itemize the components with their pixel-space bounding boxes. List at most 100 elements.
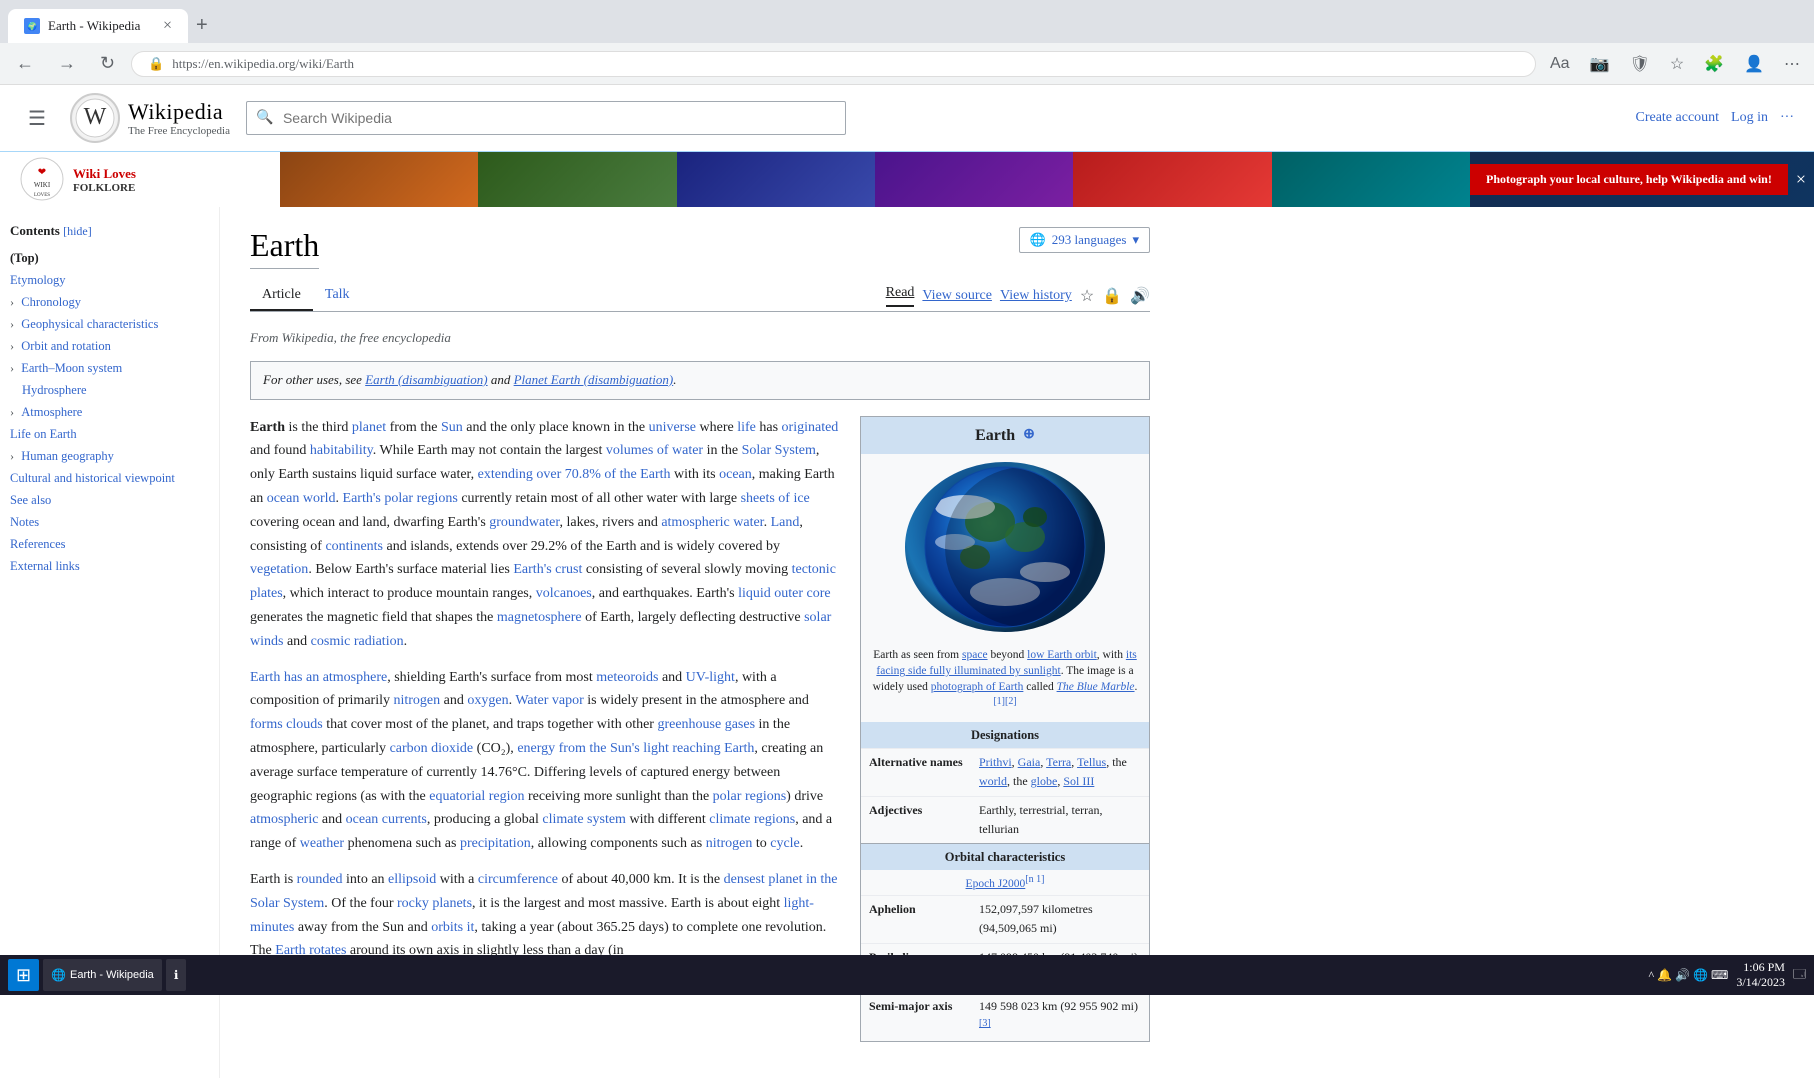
light-minutes-link[interactable]: light-minutes [250,896,814,935]
toc-link-life[interactable]: Life on Earth [10,427,77,441]
more-options-link[interactable]: ··· [1780,110,1794,126]
extending-link[interactable]: extending over 70.8% of the Earth [478,467,671,482]
weather-link[interactable]: weather [300,836,344,851]
rocky-link[interactable]: rocky planets [397,896,472,911]
earths-crust-link[interactable]: Earth's crust [513,562,582,577]
bookmark-button[interactable]: ☆ [1664,50,1690,78]
shield-icon[interactable]: 🛡 [1624,50,1656,78]
energy-link[interactable]: energy from the Sun's light reaching Ear… [517,741,754,756]
gaia-link[interactable]: Gaia [1018,755,1041,769]
refresh-button[interactable]: ↻ [92,49,123,78]
chevron-human-geo[interactable]: › [10,449,14,464]
ocean-link[interactable]: ocean [719,467,752,482]
co2-link[interactable]: carbon dioxide [390,741,474,756]
orbits-link[interactable]: orbits it [431,920,474,935]
profile-button[interactable]: 👤 [1738,50,1770,78]
sheets-ice-link[interactable]: sheets of ice [741,491,810,506]
tab-view-history[interactable]: View history [1000,288,1072,304]
circumference-link[interactable]: circumference [478,872,558,887]
expand-icon[interactable]: ⊕ [1023,424,1035,446]
oxygen-link[interactable]: oxygen [467,693,508,708]
groundwater-link[interactable]: groundwater [489,515,559,530]
atmospheric-link[interactable]: atmospheric [250,812,318,827]
climate-regions-link[interactable]: climate regions [709,812,795,827]
semi-major-ref[interactable]: [3] [979,1018,991,1029]
tab-article[interactable]: Article [250,281,313,311]
toc-link-notes[interactable]: Notes [10,515,39,529]
toc-item-notes[interactable]: Notes [10,511,209,533]
globe-link[interactable]: globe [1031,774,1058,788]
planet-earth-disambiguation-link[interactable]: Planet Earth (disambiguation) [514,372,674,387]
tab-read[interactable]: Read [886,285,915,307]
search-input[interactable] [246,101,846,135]
toc-link-earth-moon[interactable]: Earth–Moon system [21,361,122,375]
start-button[interactable]: ⊞ [8,959,39,991]
toc-item-etymology[interactable]: Etymology [10,269,209,291]
active-tab[interactable]: 🌍 Earth - Wikipedia × [8,9,188,43]
more-options-button[interactable]: ⋯ [1778,50,1806,78]
cycle-link[interactable]: cycle [770,836,800,851]
toc-item-earth-moon[interactable]: › Earth–Moon system [10,357,209,379]
liquid-core-link[interactable]: liquid outer core [738,586,831,601]
nitrogen-link[interactable]: nitrogen [393,693,440,708]
tab-talk[interactable]: Talk [313,281,362,311]
toc-item-chronology[interactable]: › Chronology [10,291,209,313]
terra-link[interactable]: Terra [1046,755,1071,769]
new-tab-button[interactable]: + [190,8,214,43]
meteoroids-link[interactable]: meteoroids [596,670,658,685]
forms-clouds-link[interactable]: forms clouds [250,717,323,732]
volumes-link[interactable]: volumes of water [606,443,703,458]
toc-item-geophysical[interactable]: › Geophysical characteristics [10,313,209,335]
toc-link-see-also[interactable]: See also [10,493,51,507]
toc-item-atmosphere[interactable]: › Atmosphere [10,401,209,423]
extensions-button[interactable]: 🧩 [1698,50,1730,78]
nitrogen2-link[interactable]: nitrogen [706,836,753,851]
rounded-link[interactable]: rounded [297,872,343,887]
world-link[interactable]: world [979,774,1007,788]
toc-item-orbit[interactable]: › Orbit and rotation [10,335,209,357]
atmospheric-water-link[interactable]: atmospheric water [661,515,763,530]
its-facing-link[interactable]: its facing side fully illuminated by sun… [876,649,1136,677]
prithvi-link[interactable]: Prithvi [979,755,1012,769]
solar-system-link[interactable]: Solar System [742,443,816,458]
create-account-link[interactable]: Create account [1635,110,1719,126]
chevron-geophysical[interactable]: › [10,317,14,332]
planet-link[interactable]: planet [352,420,386,435]
toc-link-chronology[interactable]: Chronology [21,295,81,309]
blue-marble-link[interactable]: The Blue Marble [1057,681,1135,693]
water-vapor-link[interactable]: Water vapor [515,693,583,708]
toc-item-hydrosphere[interactable]: Hydrosphere [10,379,209,401]
chevron-orbit[interactable]: › [10,339,14,354]
tab-close-button[interactable]: × [163,18,172,34]
uv-link[interactable]: UV-light [686,670,735,685]
ellipsoid-link[interactable]: ellipsoid [388,872,436,887]
habitability-link[interactable]: habitability [310,443,373,458]
toc-link-external[interactable]: External links [10,559,80,573]
volcanoes-link[interactable]: volcanoes [536,586,592,601]
greenhouse-link[interactable]: greenhouse gases [657,717,755,732]
audio-icon[interactable]: 🔊 [1130,286,1150,306]
sun-link[interactable]: Sun [441,420,463,435]
toc-item-see-also[interactable]: See also [10,489,209,511]
reader-view-button[interactable]: Aa [1544,51,1576,77]
chevron-atmosphere[interactable]: › [10,405,14,420]
ocean-world-link[interactable]: ocean world [267,491,336,506]
screenshot-button[interactable]: 📷 [1584,50,1616,78]
sol-iii-link[interactable]: Sol III [1063,774,1094,788]
toc-link-geophysical[interactable]: Geophysical characteristics [21,317,158,331]
toc-item-life[interactable]: Life on Earth [10,423,209,445]
chevron-chronology[interactable]: › [10,295,14,310]
menu-button[interactable]: ☰ [20,102,54,135]
continents-link[interactable]: continents [325,539,383,554]
toc-link-orbit[interactable]: Orbit and rotation [21,339,111,353]
low-earth-orbit-link[interactable]: low Earth orbit [1027,649,1097,661]
toc-item-top[interactable]: (Top) [10,247,209,269]
polar-link[interactable]: polar regions [713,789,786,804]
earth-atmosphere-link[interactable]: Earth has an atmosphere [250,670,387,685]
earth-disambiguation-link[interactable]: Earth (disambiguation) [365,372,487,387]
toc-link-atmosphere[interactable]: Atmosphere [21,405,82,419]
toc-hide-button[interactable]: [hide] [63,224,92,238]
epoch-link[interactable]: Epoch J2000 [966,878,1026,890]
polar-regions-link[interactable]: Earth's polar regions [343,491,458,506]
login-link[interactable]: Log in [1731,110,1768,126]
